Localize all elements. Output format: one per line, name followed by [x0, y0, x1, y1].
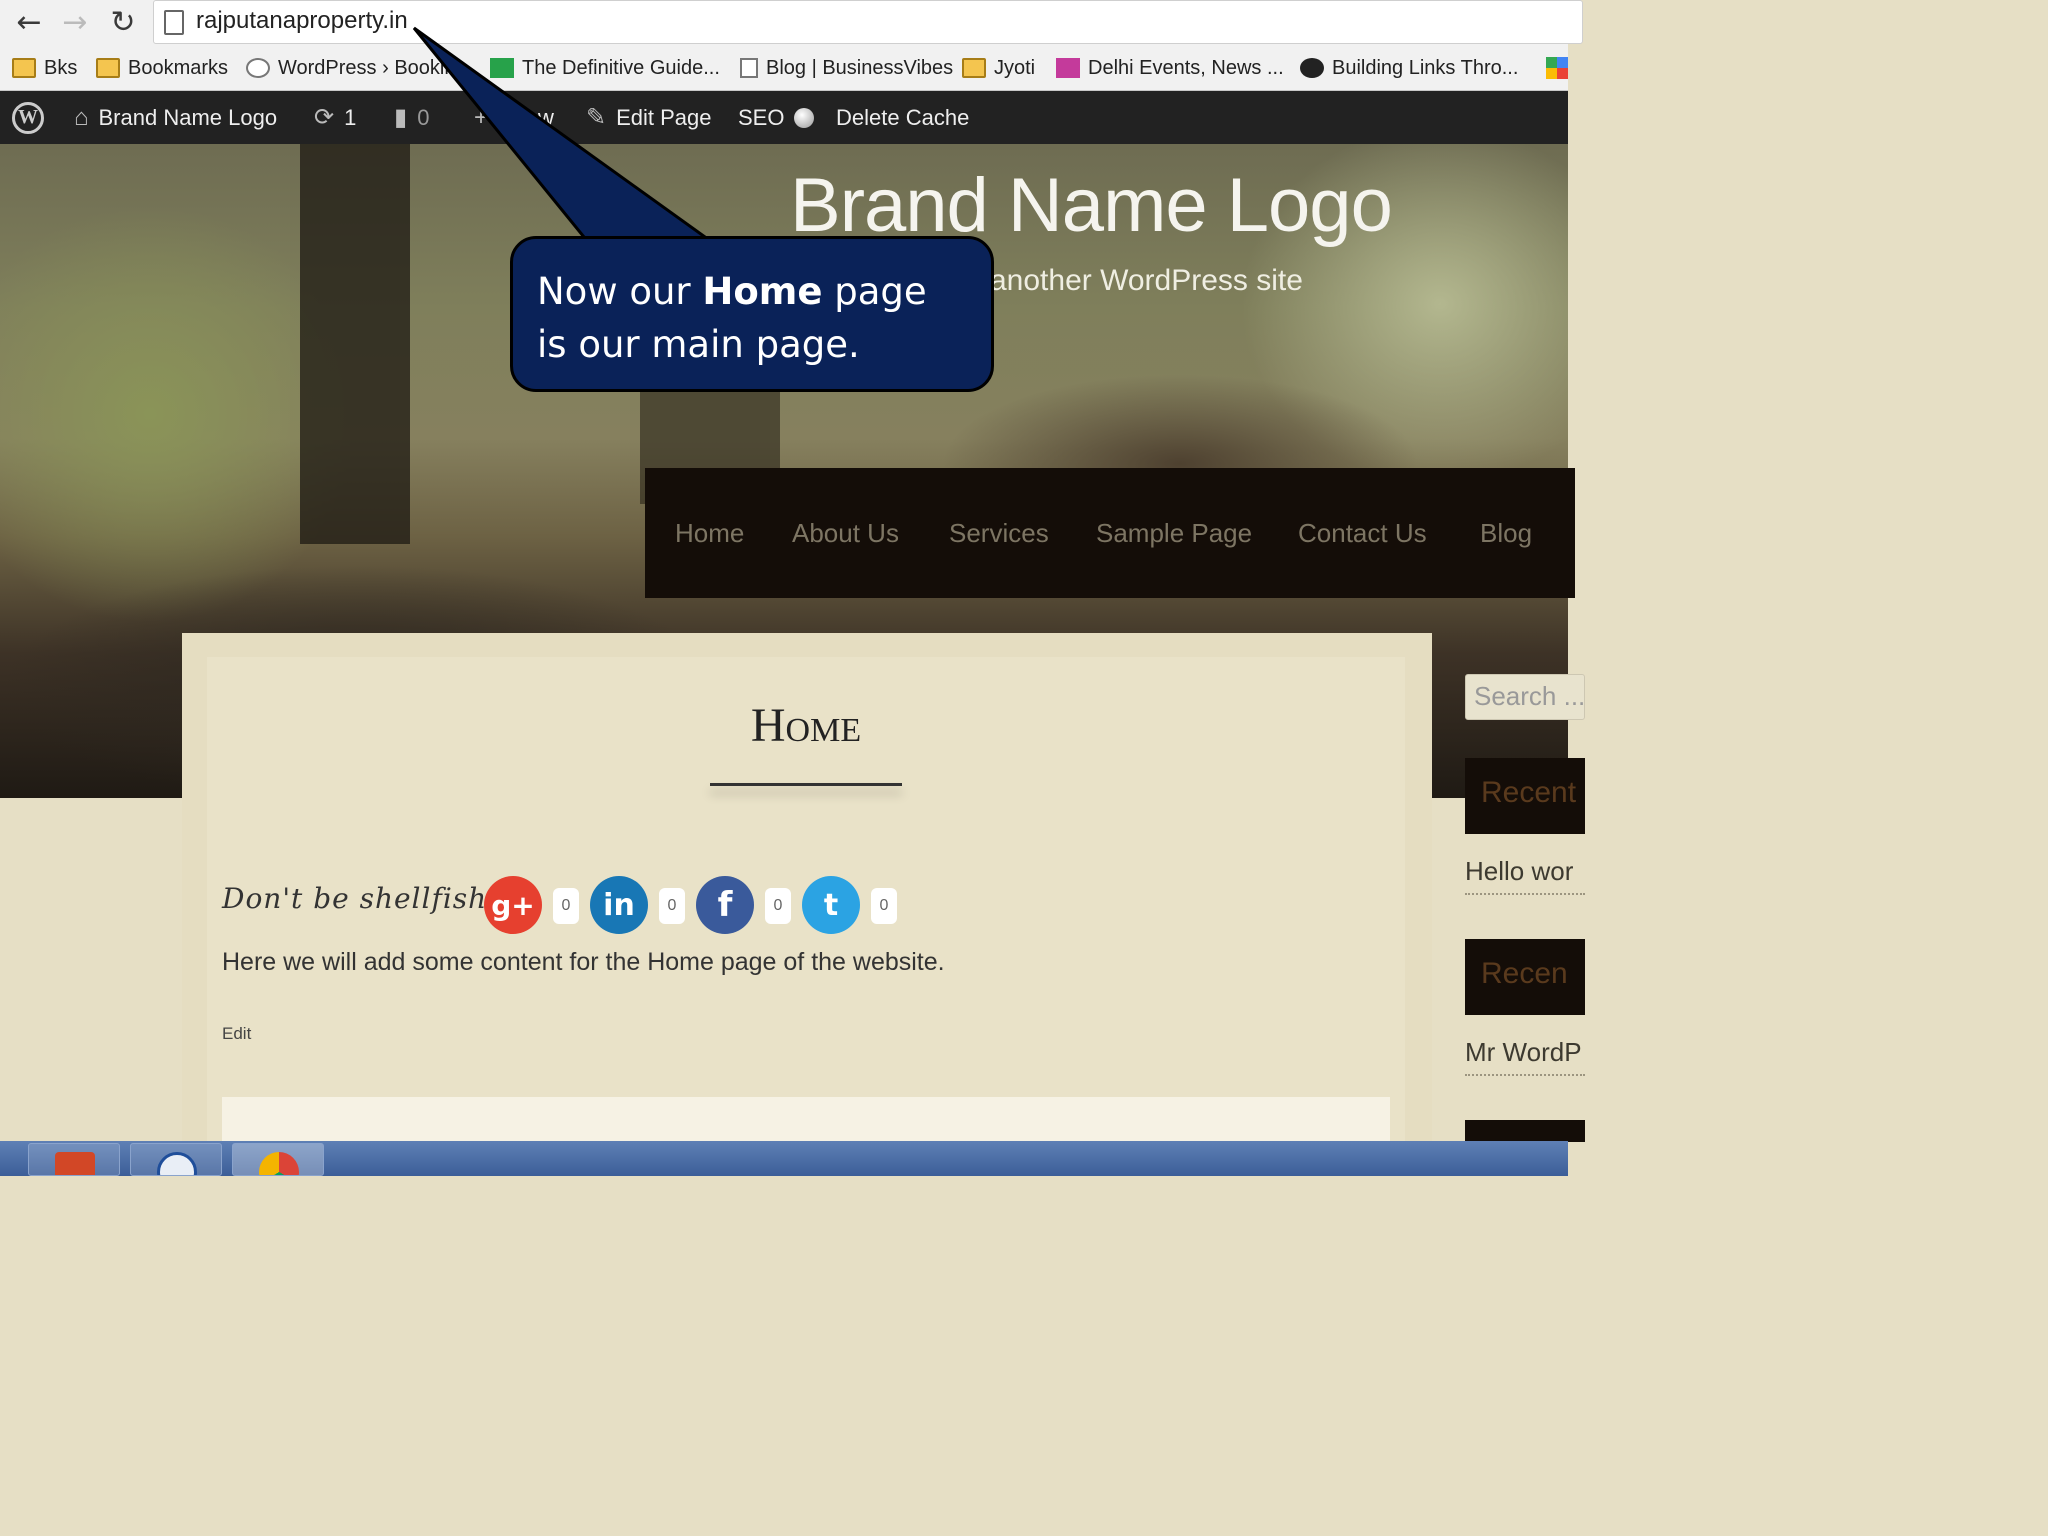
search-input[interactable]: Search ... — [1465, 674, 1585, 720]
updates-icon: ⟳ — [314, 104, 335, 131]
nav-about-us[interactable]: About Us — [792, 468, 899, 598]
recent-post-link[interactable]: Hello wor — [1465, 856, 1585, 895]
folder-icon — [96, 58, 120, 78]
folder-icon — [12, 58, 36, 78]
back-icon[interactable]: ← — [10, 4, 48, 40]
google-plus-count: 0 — [553, 888, 579, 924]
apps-icon[interactable] — [1546, 57, 1568, 79]
nav-sample-page[interactable]: Sample Page — [1096, 468, 1252, 598]
recent-posts-heading: Recent — [1465, 758, 1585, 834]
bookmark-businessvibes[interactable]: Blog | BusinessVibes — [740, 45, 953, 91]
forward-icon[interactable]: → — [56, 4, 94, 40]
recent-comments-heading: Recen — [1465, 939, 1585, 1015]
page-title: Home — [750, 699, 862, 752]
reload-icon[interactable]: ↻ — [104, 4, 142, 40]
recent-comment-link[interactable]: Mr WordP — [1465, 1037, 1585, 1076]
admin-delete-cache[interactable]: Delete Cache — [836, 91, 969, 144]
linkedin-icon[interactable]: in — [590, 876, 648, 934]
linkedin-count: 0 — [659, 888, 685, 924]
google-plus-icon[interactable]: g+ — [484, 876, 542, 934]
page-icon — [740, 58, 758, 78]
folder-icon — [962, 58, 986, 78]
title-underline — [710, 783, 902, 786]
taskbar-app[interactable] — [130, 1143, 222, 1176]
bookmark-bookmarks[interactable]: Bookmarks — [96, 45, 228, 91]
page-body-text: Here we will add some content for the Ho… — [222, 948, 945, 976]
powerpoint-icon — [55, 1152, 95, 1175]
callout-pointer — [412, 26, 717, 244]
wp-logo-icon[interactable]: W — [12, 91, 44, 144]
circle-site-icon — [1300, 58, 1324, 78]
chrome-icon — [259, 1152, 299, 1175]
bookmark-delhi-events[interactable]: Delhi Events, News ... — [1056, 45, 1284, 91]
twitter-count: 0 — [871, 888, 897, 924]
clock-icon — [157, 1152, 197, 1175]
seo-status-icon — [794, 107, 815, 128]
admin-seo[interactable]: SEO — [738, 91, 815, 144]
facebook-icon[interactable]: f — [696, 876, 754, 934]
os-taskbar — [0, 1141, 1568, 1176]
taskbar-chrome[interactable] — [232, 1143, 324, 1176]
nav-services[interactable]: Services — [949, 468, 1049, 598]
home-icon: ⌂ — [74, 103, 89, 131]
browser-toolbar: ← → ↻ rajputanaproperty.in — [0, 0, 1583, 45]
twitter-icon[interactable]: t — [802, 876, 860, 934]
wordpress-icon — [246, 58, 270, 78]
share-text: Don't be shellfish... — [222, 882, 517, 915]
page-icon — [164, 10, 184, 35]
bookmark-bks[interactable]: Bks — [12, 45, 77, 91]
address-bar[interactable]: rajputanaproperty.in — [153, 0, 1583, 44]
nav-contact-us[interactable]: Contact Us — [1298, 468, 1427, 598]
callout-annotation: Now our Home page is our main page. — [510, 236, 994, 392]
edit-link[interactable]: Edit — [222, 1024, 251, 1044]
taskbar-powerpoint[interactable] — [28, 1143, 120, 1176]
main-navigation: Home About Us Services Sample Page Conta… — [645, 468, 1575, 598]
bookmarks-bar: Bks Bookmarks WordPress › Bookin The Def… — [0, 45, 1568, 91]
nav-blog[interactable]: Blog — [1480, 468, 1532, 598]
magazine-icon — [1056, 58, 1080, 78]
admin-site-name[interactable]: ⌂ Brand Name Logo — [74, 91, 277, 144]
facebook-count: 0 — [765, 888, 791, 924]
nav-home[interactable]: Home — [675, 468, 744, 598]
bookmark-building-links[interactable]: Building Links Thro... — [1300, 45, 1518, 91]
admin-updates[interactable]: ⟳ 1 — [314, 91, 356, 144]
site-tagline: another WordPress site — [990, 264, 1303, 297]
wp-admin-bar: W ⌂ Brand Name Logo ⟳ 1 ▮ 0 + w ✎ Edit Page S… — [0, 91, 1568, 144]
url-text[interactable]: rajputanaproperty.in — [196, 7, 408, 35]
widget-heading-partial — [1465, 1120, 1585, 1142]
bookmark-jyoti[interactable]: Jyoti — [962, 45, 1035, 91]
